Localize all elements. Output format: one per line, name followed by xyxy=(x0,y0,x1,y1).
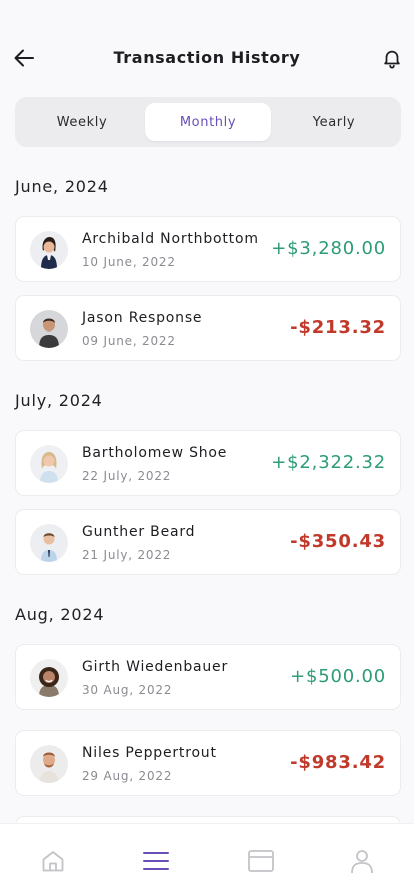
nav-home[interactable] xyxy=(38,846,68,876)
transaction-name: Jason Response xyxy=(82,310,203,326)
nav-transactions[interactable] xyxy=(141,846,171,876)
page-title: Transaction History xyxy=(113,48,301,67)
avatar xyxy=(30,231,68,269)
transaction-date: 09 June, 2022 xyxy=(82,334,176,348)
avatar xyxy=(30,524,68,562)
transaction-date: 10 June, 2022 xyxy=(82,255,176,269)
home-icon xyxy=(42,851,64,872)
transaction-date: 30 Aug, 2022 xyxy=(82,683,173,697)
transaction-date: 22 July, 2022 xyxy=(82,469,172,483)
transaction-amount: -$350.43 xyxy=(290,531,386,552)
transaction-amount: -$213.32 xyxy=(290,317,386,338)
transaction-date: 21 July, 2022 xyxy=(82,548,172,562)
transaction-card[interactable]: Archibald Northbottom 10 June, 2022 +$3,… xyxy=(15,216,401,282)
nav-cards[interactable] xyxy=(246,846,276,876)
transaction-amount: +$500.00 xyxy=(290,666,386,687)
bottom-nav xyxy=(0,823,414,896)
transaction-name: Niles Peppertrout xyxy=(82,745,217,761)
app-header: Transaction History xyxy=(0,36,414,80)
transaction-card[interactable]: Girth Wiedenbauer 30 Aug, 2022 +$500.00 xyxy=(15,644,401,710)
list-icon xyxy=(143,852,169,870)
transaction-name: Girth Wiedenbauer xyxy=(82,659,229,675)
tab-weekly[interactable]: Weekly xyxy=(19,103,145,141)
transaction-amount: +$2,322.32 xyxy=(271,452,386,473)
section-title: Aug, 2024 xyxy=(15,605,105,624)
card-icon xyxy=(248,850,274,872)
transaction-name: Gunther Beard xyxy=(82,524,196,540)
tab-monthly[interactable]: Monthly xyxy=(145,103,271,141)
user-icon xyxy=(351,850,373,874)
transaction-amount: +$3,280.00 xyxy=(271,238,386,259)
tab-yearly[interactable]: Yearly xyxy=(271,103,397,141)
avatar xyxy=(30,310,68,348)
avatar xyxy=(30,445,68,483)
notifications-button[interactable] xyxy=(380,46,404,70)
transaction-card[interactable]: Jason Response 09 June, 2022 -$213.32 xyxy=(15,295,401,361)
transaction-card[interactable]: Gunther Beard 21 July, 2022 -$350.43 xyxy=(15,509,401,575)
nav-profile[interactable] xyxy=(347,846,377,876)
avatar xyxy=(30,659,68,697)
avatar xyxy=(30,745,68,783)
section-title: July, 2024 xyxy=(15,391,103,410)
period-tabs: Weekly Monthly Yearly xyxy=(15,97,401,147)
transaction-card[interactable]: Niles Peppertrout 29 Aug, 2022 -$983.42 xyxy=(15,730,401,796)
transaction-name: Bartholomew Shoe xyxy=(82,445,228,461)
transaction-name: Archibald Northbottom xyxy=(82,231,259,247)
section-title: June, 2024 xyxy=(15,177,109,196)
transaction-card[interactable]: Bartholomew Shoe 22 July, 2022 +$2,322.3… xyxy=(15,430,401,496)
bell-icon xyxy=(384,50,400,69)
transaction-date: 29 Aug, 2022 xyxy=(82,769,173,783)
transaction-amount: -$983.42 xyxy=(290,752,386,773)
